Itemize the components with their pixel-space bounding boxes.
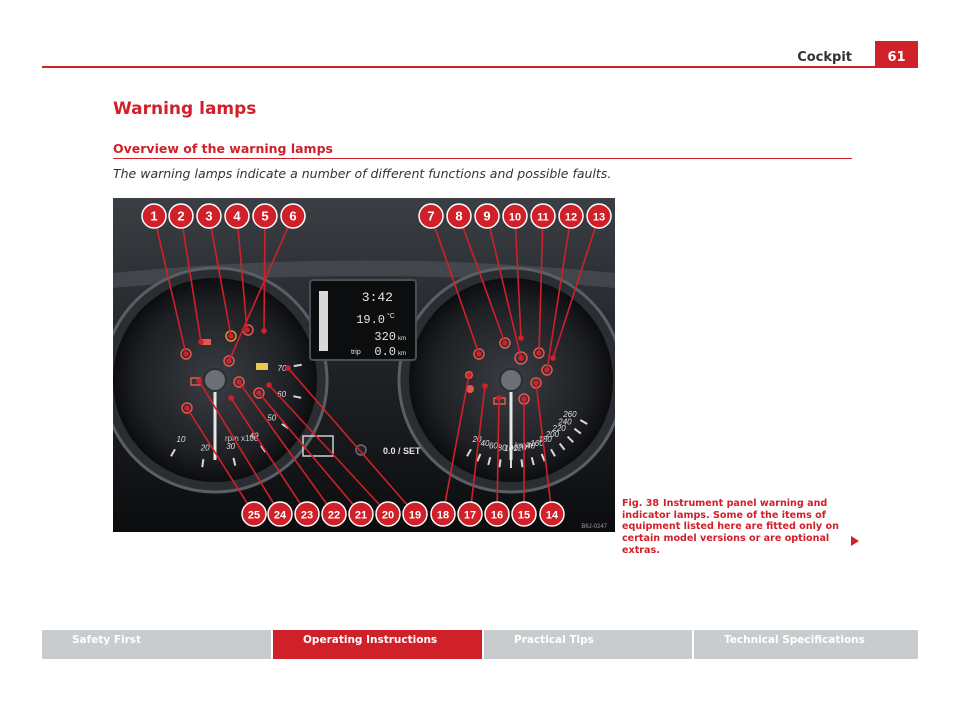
callout-leader-dot xyxy=(266,382,272,388)
display-trip-label: trip xyxy=(351,349,361,356)
speedo-tick-label: 260 xyxy=(562,410,577,419)
callout-number: 19 xyxy=(409,510,421,522)
tacho-tick xyxy=(293,363,302,368)
footer-tab-technical-specifications[interactable]: Technical Specifications xyxy=(694,630,918,659)
footer-tab-safety-first[interactable]: Safety First xyxy=(42,630,271,659)
callout-number: 17 xyxy=(464,510,476,522)
callout-leader-dot xyxy=(228,395,234,401)
display-odometer-unit: km xyxy=(398,336,406,342)
callout-leader-dot xyxy=(228,333,234,339)
heading-rule xyxy=(113,158,852,159)
callout-number: 24 xyxy=(274,510,287,522)
speedo-hub xyxy=(499,368,523,392)
callout-number: 5 xyxy=(261,209,268,224)
callout-number: 18 xyxy=(437,510,449,522)
callout-number: 6 xyxy=(289,209,296,224)
speedo-tick xyxy=(498,459,502,468)
callout-leader-dot xyxy=(476,351,482,357)
page-number: 61 xyxy=(887,50,906,65)
tacho-tick-label: 50 xyxy=(267,413,276,422)
display-odometer: 320 xyxy=(374,330,396,344)
footer-tab-practical-tips[interactable]: Practical Tips xyxy=(484,630,692,659)
callout-number: 2 xyxy=(177,209,184,224)
callout-leader-dot xyxy=(533,380,539,386)
callout-leader-dot xyxy=(226,358,232,364)
callout-leader-dot xyxy=(184,405,190,411)
callout-leader-dot xyxy=(544,367,550,373)
callout-leader-dot xyxy=(183,351,189,357)
callout-leader-dot xyxy=(496,395,502,401)
figure-caption: Fig. 38 Instrument panel warning and indi… xyxy=(622,498,860,557)
callout-leader xyxy=(263,215,266,332)
callout-number: 20 xyxy=(382,510,394,522)
speedo-tick xyxy=(520,459,524,468)
callout-leader-dot xyxy=(518,335,524,341)
tacho-tick-label: 10 xyxy=(177,435,186,444)
page-number-box: 61 xyxy=(875,41,918,67)
callout-number: 25 xyxy=(248,510,260,522)
callout-number: 14 xyxy=(546,510,559,522)
callout-number: 1 xyxy=(150,209,157,224)
callout-leader-dot xyxy=(285,365,291,371)
tacho-hub xyxy=(203,368,227,392)
callout-number: 11 xyxy=(537,212,549,224)
caption-label: Fig. 38 xyxy=(622,498,660,509)
callout-leader-dot xyxy=(518,355,524,361)
callout-number: 10 xyxy=(509,212,521,224)
footer-nav: Safety First Operating Instructions Prac… xyxy=(42,630,918,659)
callout-leader-dot xyxy=(236,379,242,385)
header-rule xyxy=(42,66,918,68)
callout-leader-dot xyxy=(196,378,202,384)
callout-number: 3 xyxy=(205,209,212,224)
callout-number: 4 xyxy=(233,209,241,224)
set-button-label: 0.0 / SET xyxy=(383,446,421,456)
callout-number: 9 xyxy=(483,209,490,224)
section-heading: Overview of the warning lamps xyxy=(113,141,333,156)
callout-leader-dot xyxy=(466,372,472,378)
image-code: B6J-0247 xyxy=(581,524,607,530)
display-time: 3:42 xyxy=(362,290,393,305)
display-temperature: 19.0 xyxy=(356,313,385,327)
callout-leader-dot xyxy=(482,383,488,389)
callout-number: 21 xyxy=(355,510,367,522)
callout-number: 12 xyxy=(565,212,577,224)
callout-number: 23 xyxy=(301,510,313,522)
callout-leader-dot xyxy=(521,396,527,402)
callout-leader-dot xyxy=(502,340,508,346)
display-trip: 0.0 xyxy=(374,345,396,359)
tacho-unit: rpm x100 xyxy=(225,434,259,443)
callout-leader-dot xyxy=(244,327,250,333)
callout-number: 13 xyxy=(593,212,605,224)
footer-tab-operating-instructions[interactable]: Operating Instructions xyxy=(273,630,482,659)
callout-number: 16 xyxy=(491,510,503,522)
display-trip-unit: km xyxy=(398,351,406,357)
callout-number: 7 xyxy=(427,209,434,224)
display-temperature-unit: °C xyxy=(387,312,395,320)
fuel-gauge-bar xyxy=(319,291,328,351)
instrument-panel-figure: 10203040506070 2040608010012014016018020… xyxy=(113,198,615,532)
tacho-tick xyxy=(201,459,205,468)
tacho-tick-label: 20 xyxy=(200,443,210,452)
trip-reset-knob xyxy=(355,444,367,456)
next-page-arrow-icon[interactable] xyxy=(851,536,859,546)
callout-leader-dot xyxy=(198,339,204,345)
page-title: Warning lamps xyxy=(113,99,257,119)
callout-leader-dot xyxy=(536,350,542,356)
callout-leader-dot xyxy=(261,328,267,334)
callout-number: 8 xyxy=(455,209,462,224)
intro-text: The warning lamps indicate a number of d… xyxy=(113,166,612,181)
callout-number: 15 xyxy=(518,510,530,522)
tacho-tick-label: 30 xyxy=(226,442,235,451)
callout-number: 22 xyxy=(328,510,340,522)
callout-leader-dot xyxy=(550,355,556,361)
section-name: Cockpit xyxy=(797,50,852,65)
callout-leader-dot xyxy=(256,390,262,396)
